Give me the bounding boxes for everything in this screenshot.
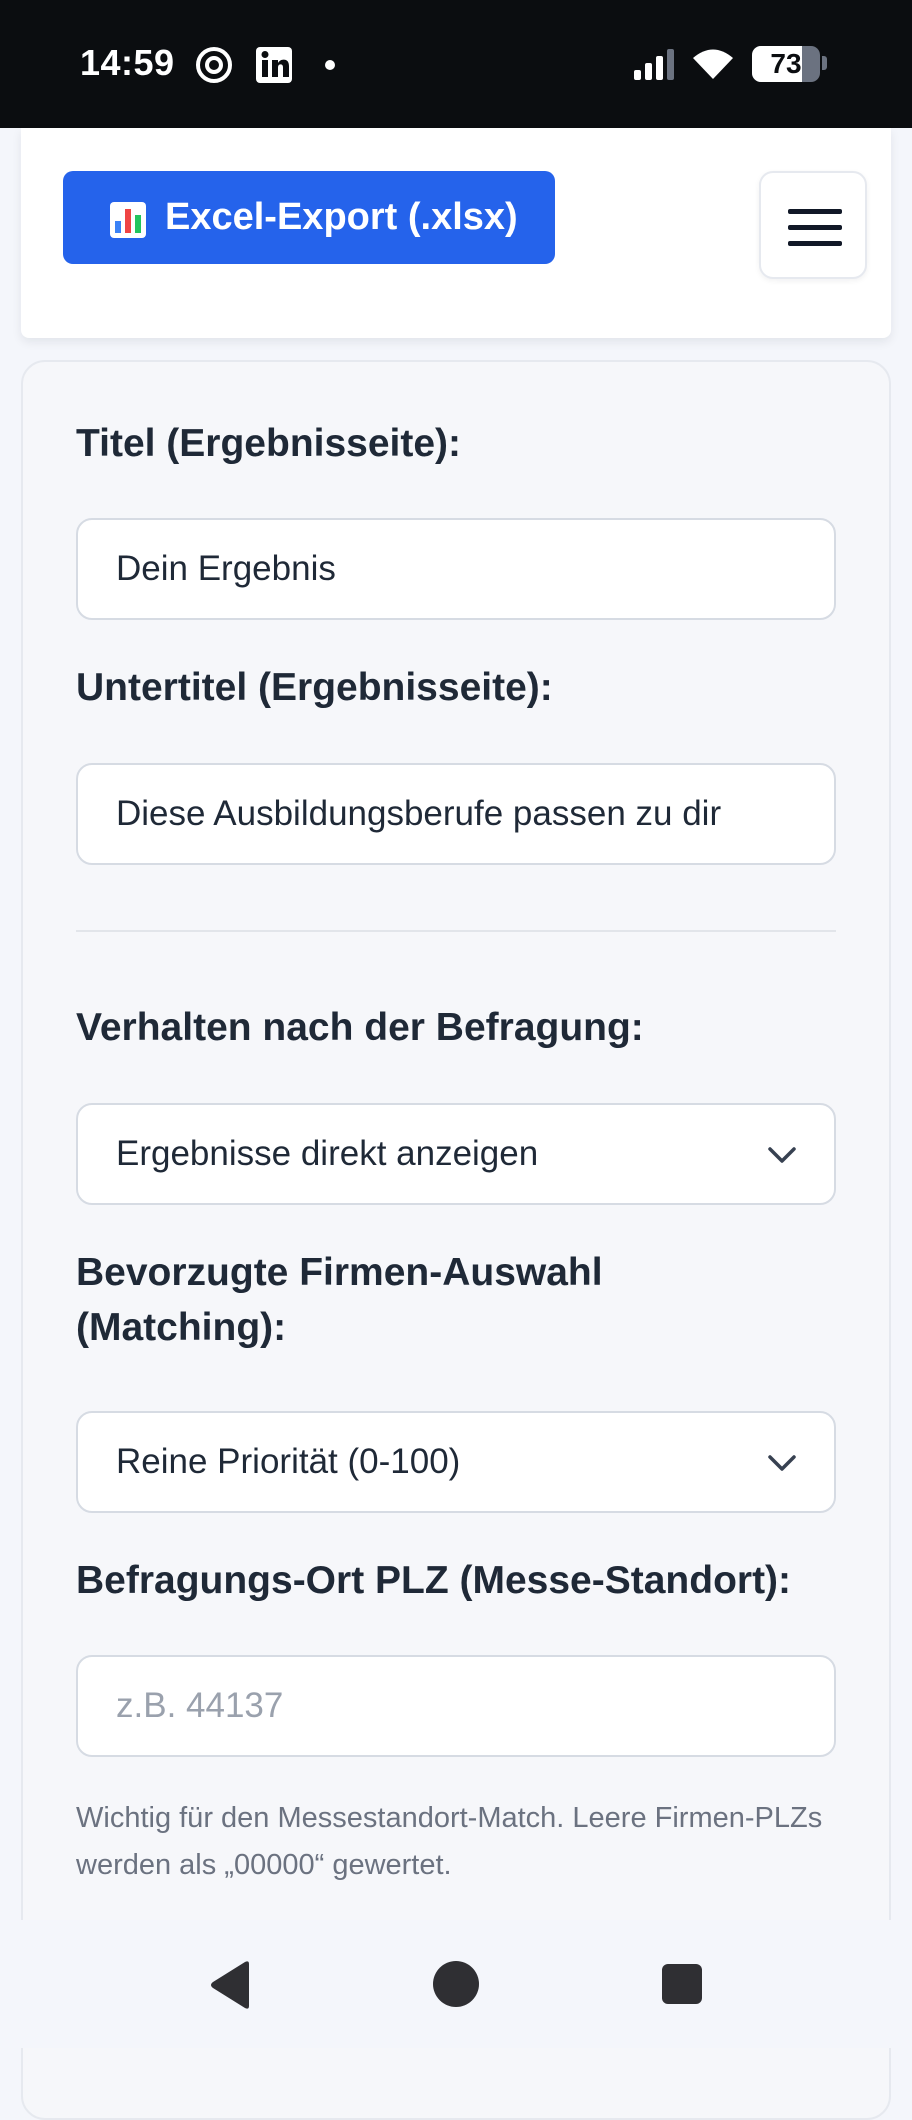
bar-chart-icon — [110, 201, 146, 238]
matching-select[interactable]: Reine Priorität (0-100) — [76, 1411, 836, 1513]
matching-label-line2: (Matching): — [76, 1306, 287, 1349]
linkedin-icon — [256, 47, 292, 83]
subtitle-input[interactable] — [76, 763, 836, 865]
plz-help-text: Wichtig für den Messestandort-Match. Lee… — [76, 1802, 823, 1881]
threads-icon — [196, 47, 232, 83]
excel-export-button[interactable]: Excel-Export (.xlsx) — [63, 171, 555, 264]
status-time: 14:59 — [80, 42, 175, 83]
behavior-label: Verhalten nach der Befragung: — [76, 1006, 644, 1049]
chevron-down-icon — [768, 1147, 796, 1163]
battery-icon: 73 — [752, 46, 820, 82]
section-divider — [76, 930, 836, 932]
battery-tip — [822, 56, 827, 70]
notification-dot-icon — [325, 60, 335, 70]
wifi-icon — [693, 49, 733, 79]
back-icon[interactable] — [207, 1960, 255, 2010]
hamburger-menu-button[interactable] — [759, 171, 867, 279]
behavior-select-value: Ergebnisse direkt anzeigen — [116, 1134, 539, 1173]
home-icon[interactable] — [432, 1960, 480, 2008]
recents-icon[interactable] — [661, 1963, 703, 2005]
status-right: 73 — [632, 44, 832, 84]
top-toolbar: Excel-Export (.xlsx) — [21, 128, 891, 338]
plz-label: Befragungs-Ort PLZ (Messe-Standort): — [76, 1559, 792, 1602]
subtitle-label: Untertitel (Ergebnisseite): — [76, 666, 553, 709]
battery-level: 73 — [770, 48, 802, 79]
behavior-select[interactable]: Ergebnisse direkt anzeigen — [76, 1103, 836, 1205]
plz-input[interactable] — [76, 1655, 836, 1757]
signal-icon — [634, 49, 674, 80]
chevron-down-icon — [768, 1455, 796, 1471]
navigation-bar — [0, 1920, 912, 2048]
matching-label-line1: Bevorzugte Firmen-Auswahl — [76, 1251, 603, 1294]
title-label: Titel (Ergebnisseite): — [76, 422, 462, 465]
title-input[interactable] — [76, 518, 836, 620]
excel-export-label: Excel-Export (.xlsx) — [165, 196, 518, 238]
matching-label: Bevorzugte Firmen-Auswahl (Matching): — [76, 1245, 836, 1356]
status-bar: 14:59 73 — [0, 0, 912, 128]
matching-select-value: Reine Priorität (0-100) — [116, 1442, 461, 1481]
